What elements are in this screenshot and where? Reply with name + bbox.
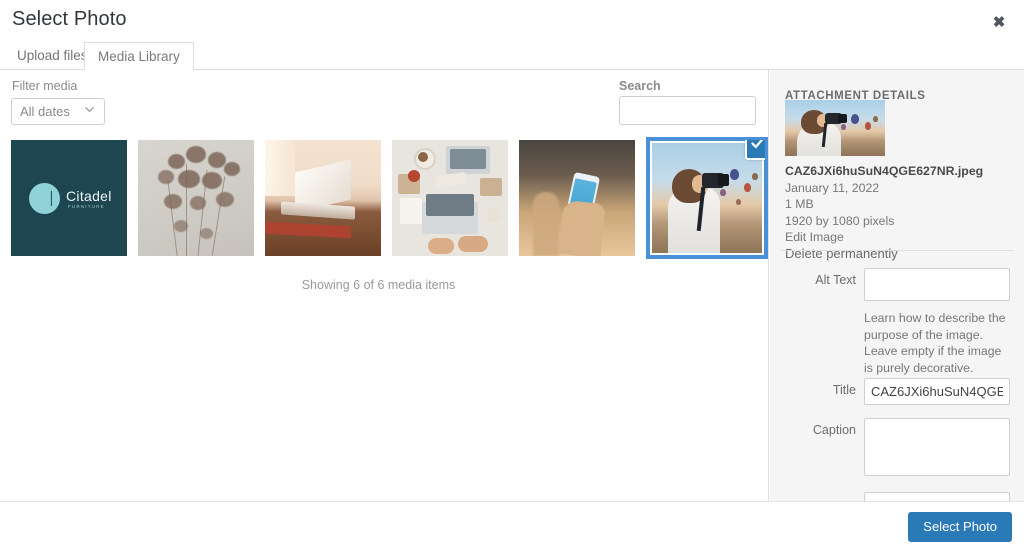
media-item-desk-flatlay[interactable] xyxy=(392,140,508,256)
media-item-laptop-desk-warm[interactable] xyxy=(265,140,381,256)
grid-status-text: Showing 6 of 6 media items xyxy=(301,278,456,292)
media-browser: Filter media All dates Search ⎹ Citadel … xyxy=(0,70,769,502)
title-row: Title xyxy=(770,378,1024,408)
attachment-thumbnail[interactable] xyxy=(785,100,885,156)
title-input[interactable] xyxy=(864,378,1010,405)
media-item-dried-flowers[interactable] xyxy=(138,140,254,256)
select-photo-modal: Select Photo ✖ Upload files Media Librar… xyxy=(0,0,1024,551)
alt-text-input[interactable] xyxy=(864,268,1010,301)
check-icon[interactable] xyxy=(745,140,765,160)
details-divider xyxy=(780,250,1014,251)
attachment-details-panel: ATTACHMENT DETAILS CAZ6JXi6huSuN4QGE627N… xyxy=(770,70,1024,502)
thumbnail-image xyxy=(519,140,635,256)
media-item-phone-in-hand[interactable] xyxy=(519,140,635,256)
attachment-meta: CAZ6JXi6huSuN4QGE627NR.jpeg January 11, … xyxy=(785,163,1010,262)
page-title: Select Photo xyxy=(12,8,127,30)
tab-bar: Upload files Media Library xyxy=(0,42,1024,70)
select-photo-button[interactable]: Select Photo xyxy=(908,512,1012,542)
media-item-photographer[interactable] xyxy=(646,137,768,259)
thumbnail-image: ⎹ Citadel FURNITURE xyxy=(11,140,127,256)
thumbnail-image xyxy=(138,140,254,256)
modal-footer: Select Photo xyxy=(0,501,1024,551)
media-item-citadel-logo[interactable]: ⎹ Citadel FURNITURE xyxy=(11,140,127,256)
title-label: Title xyxy=(832,383,856,397)
alt-text-row: Alt Text xyxy=(770,268,1024,304)
attachment-filesize: 1 MB xyxy=(785,197,814,211)
modal-content: Filter media All dates Search ⎹ Citadel … xyxy=(0,70,1024,502)
attachment-filename: CAZ6JXi6huSuN4QGE627NR.jpeg xyxy=(785,164,984,178)
thumbnail-image xyxy=(392,140,508,256)
attachment-date: January 11, 2022 xyxy=(785,180,880,195)
filter-media-label: Filter media xyxy=(12,79,78,93)
alt-text-label: Alt Text xyxy=(815,273,856,287)
thumbnail-image xyxy=(265,140,381,256)
attachment-dimensions: 1920 by 1080 pixels xyxy=(785,213,895,228)
caption-textarea[interactable] xyxy=(864,418,1010,476)
search-input[interactable] xyxy=(619,96,756,125)
search-label: Search xyxy=(619,79,661,93)
caption-row: Caption xyxy=(770,418,1024,478)
alt-text-help: Learn how to describe the purpose of the… xyxy=(864,311,1006,375)
tab-media-library[interactable]: Media Library xyxy=(84,42,194,70)
close-icon[interactable]: ✖ xyxy=(986,10,1012,36)
edit-image-link[interactable]: Edit Image xyxy=(785,229,1010,246)
date-filter-select[interactable]: All dates xyxy=(11,98,105,125)
caption-label: Caption xyxy=(812,423,856,437)
delete-permanently-link[interactable]: Delete permanently xyxy=(785,246,1010,263)
